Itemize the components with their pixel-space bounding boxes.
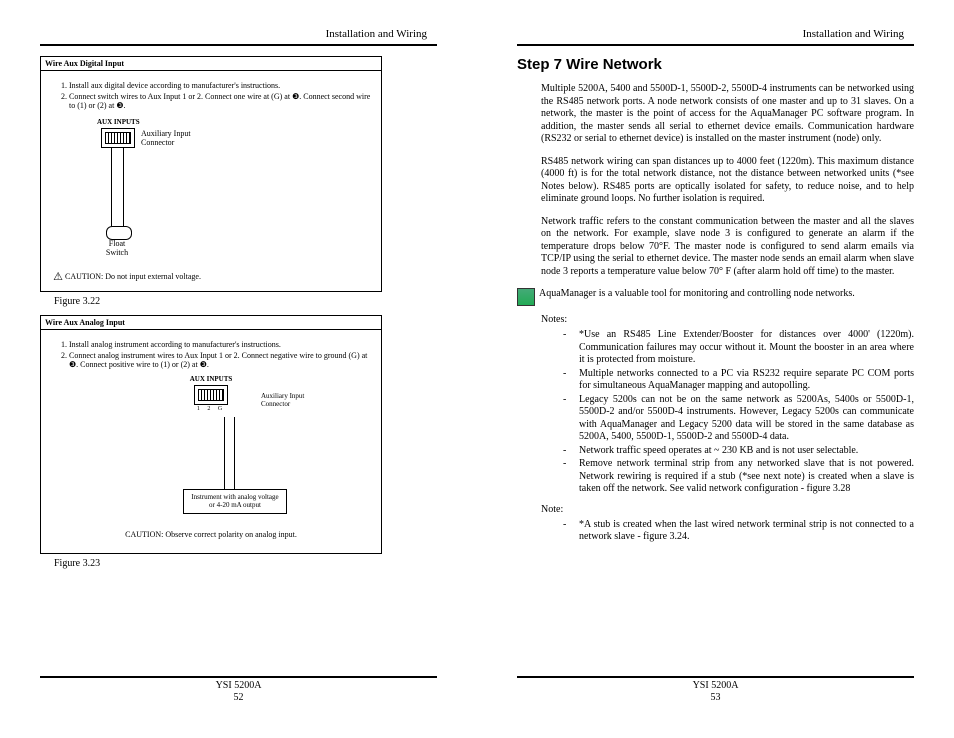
- note-item-3: -Legacy 5200s can not be on the same net…: [563, 394, 914, 444]
- figure-3-23-title: Wire Aux Analog Input: [41, 316, 381, 330]
- note-label-2: Note:: [541, 504, 914, 515]
- note-item-2: -Multiple networks connected to a PC via…: [563, 368, 914, 393]
- page-right: Installation and Wiring Step 7 Wire Netw…: [477, 0, 954, 738]
- fig1-step-1: Install aux digital device according to …: [69, 81, 371, 90]
- fig2-caution-text: CAUTION: Observe correct polarity on ana…: [61, 530, 361, 539]
- instrument-box: Instrument with analog voltage or 4-20 m…: [183, 489, 287, 514]
- fig2-step-1: Install analog instrument according to m…: [69, 340, 371, 349]
- step-7-heading: Step 7 Wire Network: [517, 56, 914, 73]
- aux-connector-icon-2: [194, 385, 228, 405]
- aquamanager-note-text: AquaManager is a valuable tool for monit…: [539, 288, 855, 306]
- note-item-4: -Network traffic speed operates at ~ 230…: [563, 445, 914, 458]
- wire-4: [234, 417, 235, 489]
- note-item-stub: -*A stub is created when the last wired …: [563, 519, 914, 544]
- figure-3-23-body: Install analog instrument according to m…: [41, 330, 381, 553]
- pin-numbers-label: 1 2 G: [51, 406, 371, 412]
- fig1-caution: ⚠ CAUTION: Do not input external voltage…: [51, 270, 371, 283]
- figure-3-22-title: Wire Aux Digital Input: [41, 57, 381, 71]
- figure-3-22-caption: Figure 3.22: [54, 296, 437, 307]
- footer-left: YSI 5200A 52: [40, 676, 437, 718]
- fig2-diagram: AUX INPUTS 1 2 G Auxiliary Input Connect…: [51, 375, 371, 545]
- fig1-step-2: Connect switch wires to Aux Input 1 or 2…: [69, 92, 371, 110]
- footer-page-left: 52: [40, 692, 437, 704]
- notes-list-2: -*A stub is created when the last wired …: [563, 519, 914, 544]
- footer-model-right: YSI 5200A: [517, 680, 914, 692]
- aux-inputs-label: AUX INPUTS: [97, 118, 140, 126]
- notes-list: -*Use an RS485 Line Extender/Booster for…: [563, 329, 914, 496]
- wire-2: [123, 147, 124, 226]
- figure-3-22-box: Wire Aux Digital Input Install aux digit…: [40, 56, 382, 292]
- float-switch-label: Float Switch: [87, 240, 147, 258]
- paragraph-1: Multiple 5200A, 5400 and 5500D-1, 5500D-…: [541, 83, 914, 146]
- wire-1: [111, 147, 112, 226]
- figure-3-23-box: Wire Aux Analog Input Install analog ins…: [40, 315, 382, 554]
- page-left: Installation and Wiring Wire Aux Digital…: [0, 0, 477, 738]
- footer-right: YSI 5200A 53: [517, 676, 914, 718]
- aux-connector-label-2: Auxiliary Input Connector: [261, 393, 304, 408]
- aux-connector-icon: [101, 128, 135, 148]
- footer-page-right: 53: [517, 692, 914, 704]
- notes-label: Notes:: [541, 314, 914, 325]
- fig2-step-2: Connect analog instrument wires to Aux I…: [69, 351, 371, 369]
- header-left: Installation and Wiring: [40, 28, 437, 46]
- aux-connector-label: Auxiliary Input Connector: [141, 130, 191, 148]
- paragraph-2: RS485 network wiring can span distances …: [541, 156, 914, 206]
- warning-triangle-icon: ⚠: [51, 270, 65, 283]
- aquamanager-icon: [517, 288, 535, 306]
- note-item-5: -Remove network terminal strip from any …: [563, 458, 914, 496]
- figure-3-23-caption: Figure 3.23: [54, 558, 437, 569]
- header-right: Installation and Wiring: [517, 28, 914, 46]
- float-switch-icon: [106, 226, 132, 240]
- paragraph-3: Network traffic refers to the constant c…: [541, 216, 914, 279]
- aux-inputs-label-2: AUX INPUTS: [51, 375, 371, 383]
- fig1-caution-text: CAUTION: Do not input external voltage.: [65, 272, 201, 281]
- wire-3: [224, 417, 225, 489]
- aquamanager-note: AquaManager is a valuable tool for monit…: [517, 288, 914, 306]
- fig1-diagram: AUX INPUTS Auxiliary Input Connector Flo…: [51, 116, 371, 266]
- figure-3-22-body: Install aux digital device according to …: [41, 71, 381, 291]
- note-item-1: -*Use an RS485 Line Extender/Booster for…: [563, 329, 914, 367]
- footer-model-left: YSI 5200A: [40, 680, 437, 692]
